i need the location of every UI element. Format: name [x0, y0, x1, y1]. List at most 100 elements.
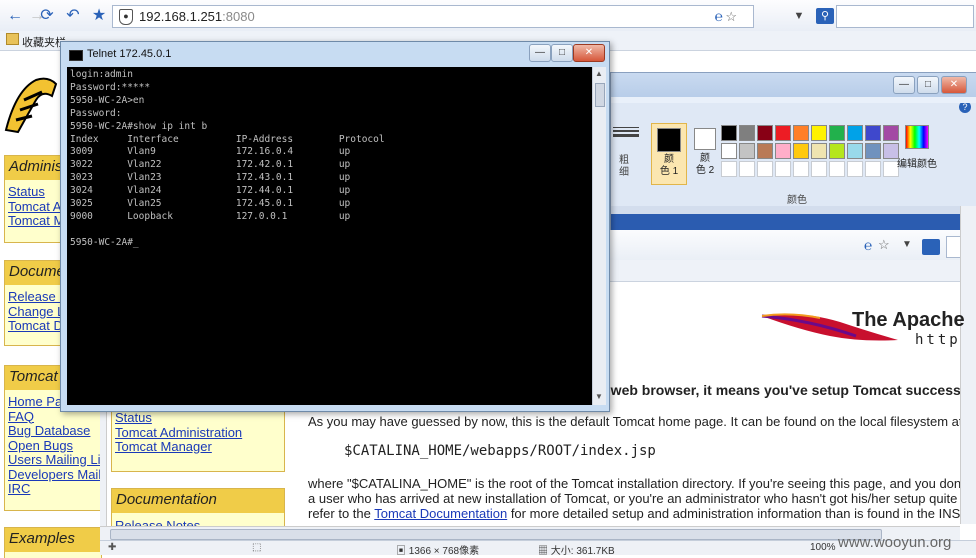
undo-icon[interactable]: ↶: [64, 7, 82, 25]
color-swatch[interactable]: [865, 125, 881, 141]
sidebar-link-irc[interactable]: IRC: [5, 481, 101, 497]
paint-minimize-button[interactable]: —: [893, 76, 915, 94]
dimensions-text: ▣ 1366 × 768像素: [396, 546, 480, 557]
search-icon[interactable]: ⚲: [816, 8, 834, 24]
console-output[interactable]: login:admin Password:***** 5950-WC-2A>en…: [67, 67, 592, 405]
sidebar2-link-tomcat-manager[interactable]: Tomcat Manager: [112, 439, 284, 455]
edit-colors-icon[interactable]: [905, 125, 929, 149]
color1-label-2: 色 1: [659, 166, 679, 177]
telnet-scroll-thumb[interactable]: [595, 83, 605, 107]
refresh-icon[interactable]: ⟳: [38, 7, 56, 25]
sidebar2-link-status[interactable]: Status: [112, 410, 284, 426]
dimensions-value: 1366 × 768像素: [408, 546, 480, 557]
colors-group-label: 颜色: [787, 195, 807, 206]
scroll-thumb[interactable]: [110, 529, 882, 540]
search-button-icon[interactable]: [922, 239, 940, 255]
color-swatch[interactable]: [829, 125, 845, 141]
color1-selector[interactable]: 颜色 1: [651, 123, 687, 185]
color-swatch[interactable]: [793, 125, 809, 141]
dropdown-arrow-icon[interactable]: ▼: [902, 239, 912, 250]
color-swatch[interactable]: [865, 143, 881, 159]
paint-maximize-button[interactable]: □: [917, 76, 939, 94]
size-value: 大小: 361.7KB: [550, 546, 615, 557]
empty-swatch[interactable]: [757, 161, 773, 177]
where-paragraph: where "$CATALINA_HOME" is the root of th…: [308, 476, 960, 521]
color-swatch[interactable]: [811, 125, 827, 141]
page-heading: a web browser, it means you've setup Tom…: [599, 382, 960, 398]
color-swatch[interactable]: [793, 143, 809, 159]
empty-swatch[interactable]: [829, 161, 845, 177]
line-width-icon[interactable]: [613, 125, 639, 145]
search-input[interactable]: [836, 5, 974, 28]
color2-label-1: 颜: [700, 153, 710, 164]
tomcat-logo: [2, 70, 58, 138]
color-swatch[interactable]: [829, 143, 845, 159]
scroll-up-icon[interactable]: ▲: [594, 69, 604, 79]
telnet-title: Telnet 172.45.0.1: [87, 48, 172, 60]
paint-ribbon-bottom: [611, 206, 976, 214]
color-swatch[interactable]: [757, 125, 773, 141]
sidebar2-link-tomcat-admin[interactable]: Tomcat Administration: [112, 425, 284, 441]
sidebar2-admin-box: Status Tomcat Administration Tomcat Mana…: [111, 405, 285, 472]
color-swatch[interactable]: [775, 125, 791, 141]
paint-ribbon-top: [611, 97, 976, 103]
empty-swatch[interactable]: [739, 161, 755, 177]
color-swatch[interactable]: [739, 143, 755, 159]
empty-swatch[interactable]: [721, 161, 737, 177]
favorite-star-icon[interactable]: ★: [90, 7, 108, 25]
tomcat-documentation-link[interactable]: Tomcat Documentation: [374, 506, 507, 521]
paint-close-button[interactable]: ✕: [941, 76, 967, 94]
intro-paragraph: As you may have guessed by now, this is …: [308, 414, 960, 429]
empty-swatch[interactable]: [847, 161, 863, 177]
empty-swatch[interactable]: [865, 161, 881, 177]
sidebar-link-users-mailing[interactable]: Users Mailing Li: [5, 452, 101, 468]
empty-swatch[interactable]: [793, 161, 809, 177]
sidebar-link-open-bugs[interactable]: Open Bugs: [5, 438, 101, 454]
page-scrollbar[interactable]: [960, 206, 976, 524]
selection-icon: ⬚: [252, 542, 262, 553]
size-label-1: 粗: [619, 155, 629, 166]
where-line-3: refer to the Tomcat Documentation for mo…: [308, 506, 960, 521]
catalina-path: $CATALINA_HOME/webapps/ROOT/index.jsp: [344, 443, 656, 459]
scroll-down-icon[interactable]: ▼: [594, 392, 604, 402]
compat-icon[interactable]: ℮: [715, 6, 723, 27]
zoom-level[interactable]: 100%: [810, 542, 836, 553]
folder-icon: [6, 33, 19, 45]
horizontal-scrollbar[interactable]: [100, 526, 960, 541]
edit-colors-label[interactable]: 编辑颜色: [897, 155, 937, 170]
color-swatch[interactable]: [775, 143, 791, 159]
color-swatch[interactable]: [721, 125, 737, 141]
telnet-maximize-button[interactable]: □: [551, 44, 573, 62]
sidebar-link-dev-mailing[interactable]: Developers Mail: [5, 467, 101, 483]
color-swatch[interactable]: [847, 125, 863, 141]
sidebar-link-bug-database[interactable]: Bug Database: [5, 423, 101, 439]
empty-swatch[interactable]: [775, 161, 791, 177]
color-swatch[interactable]: [883, 125, 899, 141]
browser2-favbar: [610, 260, 976, 282]
star-icon[interactable]: ☆: [878, 237, 890, 253]
where-line-1: where "$CATALINA_HOME" is the root of th…: [308, 476, 960, 491]
star-outline-icon[interactable]: ☆: [725, 6, 737, 27]
color-swatch[interactable]: [721, 143, 737, 159]
telnet-minimize-button[interactable]: —: [529, 44, 551, 62]
dropdown-icon[interactable]: ▼: [790, 7, 808, 25]
back-icon[interactable]: ←: [6, 7, 24, 25]
sidebar-examples-box: Examples: [4, 527, 102, 558]
color2-swatch: [694, 128, 716, 150]
color2-selector[interactable]: 颜色 2: [689, 123, 721, 183]
size-label: 粗细: [617, 155, 631, 179]
where-line-3-post: for more detailed setup and administrati…: [507, 506, 960, 521]
console-text: login:admin Password:***** 5950-WC-2A>en…: [70, 69, 385, 248]
telnet-close-button[interactable]: ✕: [573, 44, 605, 62]
apache-subtitle: http: [915, 332, 961, 348]
color-swatch[interactable]: [811, 143, 827, 159]
telnet-scrollbar[interactable]: ▲ ▼: [592, 67, 606, 405]
color-swatch[interactable]: [847, 143, 863, 159]
color-swatch[interactable]: [757, 143, 773, 159]
watermark: www.wooyun.org: [838, 534, 952, 551]
address-bar[interactable]: ● 192.168.1.251:8080 ℮ ☆: [112, 5, 754, 28]
color-swatch[interactable]: [739, 125, 755, 141]
paint-window: — □ ✕ ? 粗细 颜色 1 颜色 2 编辑颜色 颜色: [610, 72, 976, 244]
compat-view-icon[interactable]: ℮: [864, 237, 872, 253]
empty-swatch[interactable]: [811, 161, 827, 177]
